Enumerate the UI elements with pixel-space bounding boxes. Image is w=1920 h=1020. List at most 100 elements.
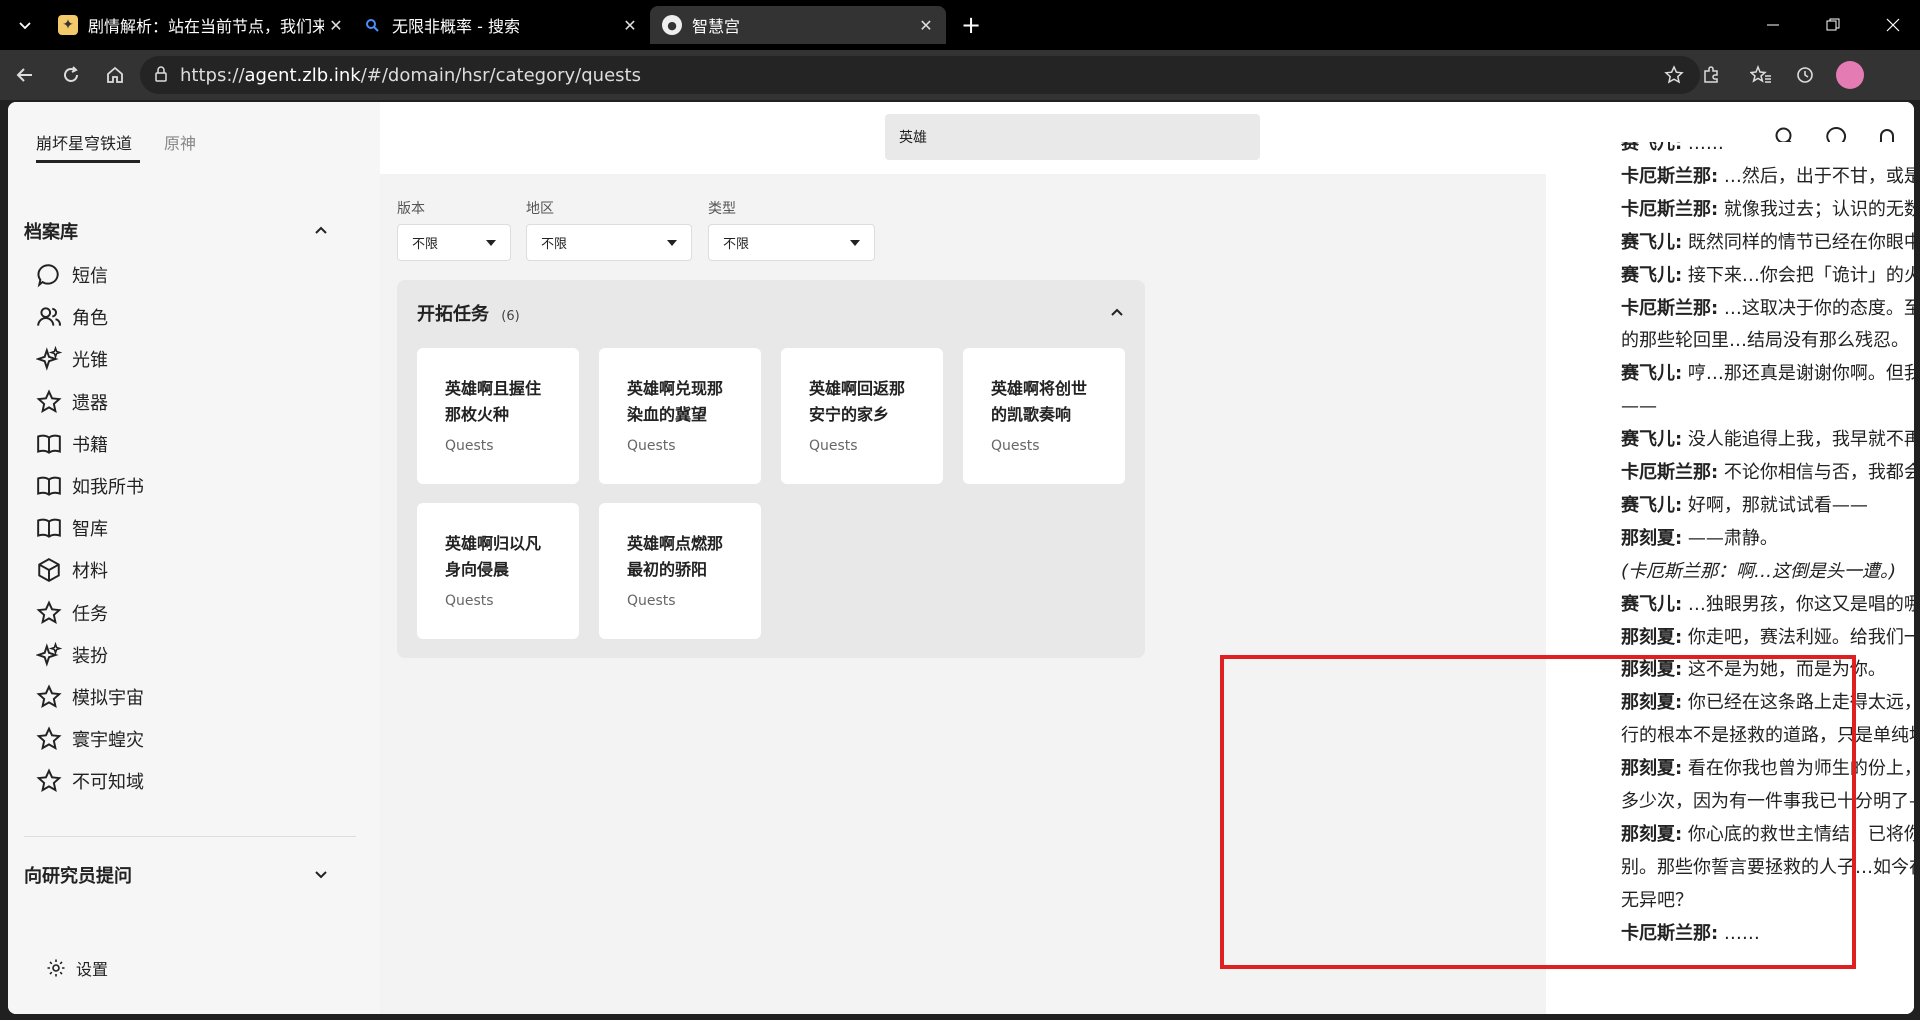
sidebar-item-11[interactable]: 寰宇蝗灾 [36,722,144,756]
sidebar-item-label: 遗器 [72,392,108,414]
sidebar-item-8[interactable]: 任务 [36,596,108,630]
chevron-up-icon[interactable] [313,222,329,242]
star-icon [36,599,62,624]
book-icon [37,476,61,496]
sidebar-item-0[interactable]: 短信 [36,258,108,292]
dialogue-line: 那刻夏: 这不是为她，而是为你。 [1621,653,1886,686]
browser-tab-2[interactable]: 无限非概率 - 搜索 ✕ [350,6,650,44]
quest-category-title[interactable]: 开拓任务 (6) [417,300,520,326]
dialogue-text: 多少次，因为有一件事我已十分明了—— [1621,791,1914,812]
dialogue-panel: 赛飞儿: ……卡厄斯兰那: …然后，出于不甘，或是仇恨，再度站在我的面前。卡厄斯… [1546,142,1914,1014]
dialogue-text: 既然同样的情节已经在你眼中上演了无数次，告诉我…… [1687,231,1914,253]
speaker-name: 赛飞儿: [1621,142,1683,154]
quest-card[interactable]: 英雄啊回返那安宁的家乡 Quests [781,348,943,484]
dialogue-line: 赛飞儿: 哼…那还真是谢谢你啊。但我同样相信，这一次你追不上我 [1621,357,1914,390]
users-icon [37,307,61,327]
profile-avatar[interactable] [1836,61,1864,89]
caret-down-icon [850,240,860,246]
sidebar-item-6[interactable]: 智库 [36,511,108,545]
new-tab-icon[interactable]: + [958,11,984,39]
filter-label-region: 地区 [526,201,554,217]
dialogue-line: 赛飞儿: 好啊，那就试试看—— [1621,489,1868,522]
archive-section-title[interactable]: 档案库 [24,218,78,244]
speaker-name: 赛飞儿: [1621,264,1683,286]
sidebar-item-7[interactable]: 材料 [36,553,108,587]
reload-icon[interactable] [58,62,84,88]
close-tab-icon[interactable]: ✕ [618,13,642,37]
sidebar-item-12[interactable]: 不可知域 [36,764,144,798]
quest-count: (6) [501,309,520,324]
web-page: 崩坏星穹铁道 原神 档案库 短信角色光锥遗器书籍如我所书智库材料任务装扮模拟宇宙… [8,102,1914,1014]
speaker-name: 赛飞儿: [1621,429,1683,451]
book-icon [37,518,61,539]
search-input[interactable]: 英雄 [885,114,1260,160]
address-bar[interactable]: https://agent.zlb.ink/#/domain/hsr/categ… [140,56,1700,94]
quest-card[interactable]: 英雄啊归以凡身向侵晨 Quests [417,503,579,639]
dialogue-line: 赛飞儿: …独眼男孩，你这又是唱的哪一出？ [1621,588,1914,621]
speaker-name: 赛飞儿: [1621,593,1683,615]
quest-card-title: 英雄啊点燃那最初的骄阳 [627,534,724,579]
sidebar-item-10[interactable]: 模拟宇宙 [36,680,144,714]
dialogue-line: 赛飞儿: …… [1621,142,1724,160]
close-tab-icon[interactable]: ✕ [324,13,348,37]
sidebar: 崩坏星穹铁道 原神 档案库 短信角色光锥遗器书籍如我所书智库材料任务装扮模拟宇宙… [8,102,380,1014]
chevron-down-icon[interactable] [313,866,329,886]
speaker-name: 卡厄斯兰那: [1621,922,1719,944]
dialogue-text: 不论你相信与否，我都会告诉你，这是个错误的决定。 [1723,462,1914,483]
sidebar-item-4[interactable]: 书籍 [36,427,108,461]
browser-tab-1[interactable]: ✦ 剧情解析：站在当前节点，我们来 ✕ [46,6,356,44]
close-tab-icon[interactable]: ✕ [914,13,938,37]
extensions-icon[interactable] [1698,62,1724,88]
star-icon [36,726,62,751]
sidebar-item-1[interactable]: 角色 [36,300,108,334]
dialogue-line: 无异吧？ [1621,884,1693,917]
quest-card[interactable]: 英雄啊点燃那最初的骄阳 Quests [599,503,761,639]
quest-card-title: 英雄啊且握住那枚火种 [445,379,542,424]
collapse-chevron-icon[interactable] [1109,304,1125,324]
ask-researcher-title[interactable]: 向研究员提问 [24,862,132,888]
dialogue-text: …独眼男孩，你这又是唱的哪一出？ [1687,593,1914,615]
quest-card-title: 英雄啊回返那安宁的家乡 [809,379,906,424]
tab-hsr[interactable]: 崩坏星穹铁道 [36,130,140,163]
version-select[interactable]: 不限 [397,224,511,261]
url-text[interactable]: https://agent.zlb.ink/#/domain/hsr/categ… [180,65,641,86]
quest-card[interactable]: 英雄啊且握住那枚火种 Quests [417,348,579,484]
dialogue-text: ——肃静。 [1682,527,1778,549]
dialogue-text: …然后，出于不甘，或是仇恨，再度站在我的面前。 [1723,165,1914,187]
region-select[interactable]: 不限 [526,224,692,261]
gear-icon [46,958,66,978]
close-window-icon[interactable] [1880,12,1906,38]
dialogue-text: 的那些轮回里…结局没有那么残忍。 [1621,330,1909,352]
tab-list-icon[interactable] [12,12,38,38]
sidebar-item-label: 短信 [72,266,108,287]
lock-icon[interactable] [154,66,168,86]
sidebar-item-3[interactable]: 遗器 [36,385,108,419]
settings-button[interactable]: 设置 [46,956,108,980]
tab-genshin[interactable]: 原神 [164,130,196,154]
dialogue-text: 看在你我也曾为师生的份上，回头吧。我不在乎你已经尝试了 [1687,758,1914,780]
favorites-icon[interactable] [1748,62,1774,88]
dialogue-line: 多少次，因为有一件事我已十分明了—— [1621,785,1914,818]
dialogue-text: 你走吧，赛法利娅。给我们一点私人时间。 [1687,626,1914,648]
minimize-icon[interactable] [1760,12,1786,38]
home-icon[interactable] [102,62,128,88]
dialogue-text: …… [1718,922,1760,944]
sidebar-item-2[interactable]: 光锥 [36,342,108,376]
type-select[interactable]: 不限 [708,224,875,261]
back-icon[interactable] [12,62,38,88]
quest-category-panel: 开拓任务 (6) 英雄啊且握住那枚火种 Quests 英雄啊兑现那染血的冀望 Ques… [397,280,1145,658]
history-icon[interactable] [1792,62,1818,88]
restore-icon[interactable] [1820,12,1846,38]
quest-card-title: 英雄啊兑现那染血的冀望 [627,379,724,424]
sidebar-item-label: 模拟宇宙 [72,688,144,709]
sidebar-item-5[interactable]: 如我所书 [36,469,144,503]
browser-tab-3[interactable]: ● 智慧宫 ✕ [650,6,946,44]
quest-card[interactable]: 英雄啊将创世的凯歌奏响 Quests [963,348,1125,484]
quest-card[interactable]: 英雄啊兑现那染血的冀望 Quests [599,348,761,484]
sidebar-item-9[interactable]: 装扮 [36,638,108,672]
favorite-star-icon[interactable] [1664,65,1684,89]
main-content: 英雄 版本 不限 地区 不限 类型 不限 开拓任务 (6) 英雄啊且握住那枚火种… [380,102,1914,1014]
quest-card-type: Quests [991,438,1040,454]
speaker-name: 那刻夏: [1621,659,1683,681]
sidebar-item-label: 如我所书 [72,477,144,498]
